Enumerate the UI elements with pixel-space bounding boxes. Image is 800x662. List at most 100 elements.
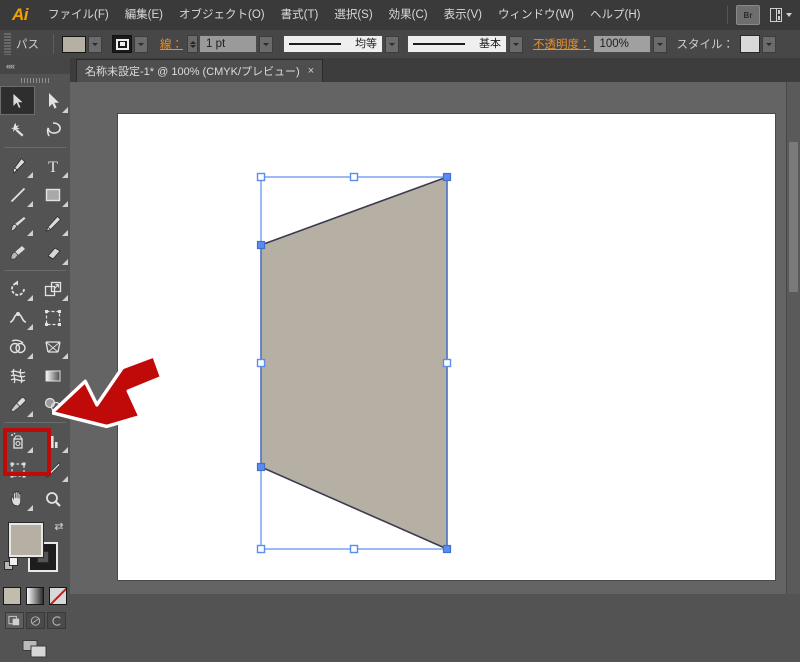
- chevron-down-icon: [786, 13, 792, 17]
- eyedropper-tool[interactable]: [0, 390, 35, 419]
- menu-type[interactable]: 書式(T): [273, 0, 327, 30]
- stroke-weight-stepper[interactable]: [187, 35, 198, 53]
- line-icon: [10, 187, 25, 202]
- swap-fill-stroke-icon[interactable]: ⇄: [52, 519, 66, 533]
- mesh-tool[interactable]: [0, 361, 35, 390]
- brush-definition-dropdown-button[interactable]: [509, 35, 523, 53]
- workspace-switcher-button[interactable]: [770, 6, 792, 24]
- draw-behind-icon: [30, 615, 40, 626]
- selection-arrow-icon: [12, 91, 25, 109]
- opacity-dropdown-button[interactable]: [652, 35, 667, 53]
- stroke-dropdown-button[interactable]: [134, 35, 148, 53]
- hand-tool[interactable]: [0, 484, 35, 513]
- scale-tool[interactable]: [35, 274, 70, 303]
- eraser-tool[interactable]: [35, 238, 70, 267]
- shape-builder-icon: [9, 338, 26, 353]
- artboard-tool[interactable]: [0, 455, 35, 484]
- pen-tool[interactable]: [0, 151, 35, 180]
- quadrilateral-path[interactable]: [260, 175, 448, 551]
- vertical-scrollbar[interactable]: [786, 82, 800, 594]
- collapse-panel-button[interactable]: ««: [0, 58, 70, 74]
- rectangle-tool[interactable]: [35, 180, 70, 209]
- zoom-tool[interactable]: [35, 484, 70, 513]
- menu-file[interactable]: ファイル(F): [40, 0, 117, 30]
- draw-mode-row: [0, 612, 70, 629]
- width-profile-dropdown-button[interactable]: [385, 35, 399, 53]
- mesh-icon: [10, 368, 25, 383]
- stroke-weight-label[interactable]: 線：: [160, 36, 183, 52]
- opacity-input[interactable]: 100%: [592, 35, 651, 53]
- stroke-weight-input[interactable]: 1 pt: [199, 35, 257, 53]
- zoom-magnifier-icon: [45, 491, 61, 507]
- flyout-triangle-icon: [62, 201, 68, 207]
- graphic-style-swatch[interactable]: [740, 35, 760, 53]
- opacity-label[interactable]: 不透明度：: [533, 36, 591, 52]
- magic-wand-tool[interactable]: [0, 115, 35, 144]
- blob-brush-tool[interactable]: [0, 238, 35, 267]
- screen-mode-button[interactable]: [22, 639, 48, 662]
- menu-effect[interactable]: 効果(C): [381, 0, 436, 30]
- flyout-triangle-icon: [62, 259, 68, 265]
- menu-help[interactable]: ヘルプ(H): [582, 0, 648, 30]
- brush-definition-field[interactable]: 基本: [407, 35, 507, 53]
- shape-builder-tool[interactable]: [0, 332, 35, 361]
- rotate-icon: [10, 280, 25, 296]
- draw-normal-icon: [7, 615, 19, 625]
- fill-color-swatch[interactable]: [62, 35, 86, 53]
- fill-swatch[interactable]: [9, 523, 43, 557]
- line-segment-tool[interactable]: [0, 180, 35, 209]
- type-tool[interactable]: T: [35, 151, 70, 180]
- color-mode-solid[interactable]: [3, 587, 21, 605]
- menu-divider: [727, 6, 728, 24]
- symbol-sprayer-tool[interactable]: [0, 426, 35, 455]
- width-tool[interactable]: [0, 303, 35, 332]
- document-tab[interactable]: 名称未設定-1* @ 100% (CMYK/プレビュー) ×: [76, 59, 324, 82]
- stroke-weight-dropdown-button[interactable]: [259, 35, 273, 53]
- vertical-scrollbar-thumb[interactable]: [789, 142, 798, 292]
- width-icon: [9, 311, 26, 323]
- magic-wand-icon: [10, 122, 23, 136]
- color-mode-gradient[interactable]: [26, 587, 44, 605]
- menu-window[interactable]: ウィンドウ(W): [490, 0, 582, 30]
- menu-select[interactable]: 選択(S): [326, 0, 380, 30]
- flyout-triangle-icon: [27, 411, 33, 417]
- graphic-style-dropdown-button[interactable]: [762, 35, 776, 53]
- width-profile-icon: [289, 43, 341, 45]
- close-icon[interactable]: ×: [308, 65, 314, 77]
- menu-bar: Ai ファイル(F) 編集(E) オブジェクト(O) 書式(T) 選択(S) 効…: [0, 0, 800, 31]
- stroke-color-swatch[interactable]: [112, 35, 132, 53]
- brush-definition-label: 基本: [479, 38, 501, 50]
- draw-behind-mode[interactable]: [25, 612, 45, 629]
- flyout-triangle-icon: [62, 447, 68, 453]
- menu-object[interactable]: オブジェクト(O): [171, 0, 273, 30]
- free-transform-tool[interactable]: [35, 303, 70, 332]
- flyout-triangle-icon: [27, 353, 33, 359]
- lasso-tool[interactable]: [35, 115, 70, 144]
- document-canvas[interactable]: [70, 82, 800, 594]
- pencil-tool[interactable]: [35, 209, 70, 238]
- color-mode-none[interactable]: [49, 587, 67, 605]
- paintbrush-tool[interactable]: [0, 209, 35, 238]
- menu-edit[interactable]: 編集(E): [117, 0, 171, 30]
- hand-icon: [10, 490, 21, 506]
- draw-inside-mode[interactable]: [46, 612, 66, 629]
- tools-panel-grip[interactable]: [0, 74, 70, 86]
- menu-view[interactable]: 表示(V): [436, 0, 490, 30]
- rotate-tool[interactable]: [0, 274, 35, 303]
- control-bar-grip[interactable]: [2, 33, 12, 55]
- default-fill-stroke-icon[interactable]: [4, 557, 18, 571]
- menu-bar-right: Br: [719, 0, 800, 30]
- width-profile-field[interactable]: 均等: [283, 35, 383, 53]
- eraser-icon: [46, 246, 61, 260]
- fill-dropdown-button[interactable]: [88, 35, 102, 53]
- direct-selection-tool[interactable]: [35, 86, 70, 115]
- lasso-icon: [46, 121, 61, 136]
- slice-tool[interactable]: [35, 455, 70, 484]
- object-type-label: パス: [16, 39, 39, 51]
- bridge-icon[interactable]: Br: [736, 5, 760, 25]
- selection-tool[interactable]: [0, 86, 35, 115]
- color-mode-row: [0, 587, 70, 605]
- draw-normal-mode[interactable]: [4, 612, 24, 629]
- eyedropper-icon: [10, 396, 26, 412]
- red-arrow-annotation: [52, 354, 164, 429]
